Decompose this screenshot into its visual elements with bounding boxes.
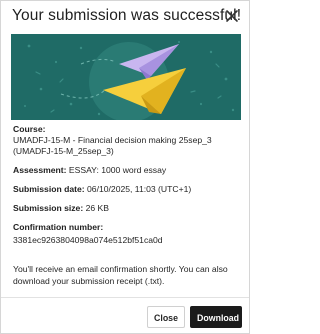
close-icon[interactable] [224, 8, 240, 24]
receipt-note: You'll receive an email confirmation sho… [13, 264, 228, 286]
submission-size-row: Submission size: 26 KB [13, 203, 241, 214]
submission-date-value: 06/10/2025, 11:03 (UTC+1) [87, 184, 192, 194]
confirmation-number: 3381ec9263804098a074e512bf51ca0d [13, 235, 163, 245]
close-button[interactable]: Close [147, 306, 185, 328]
submission-size-value: 26 KB [85, 203, 110, 213]
confirmation-row: Confirmation number: 3381ec9263804098a07… [13, 222, 241, 246]
success-banner [11, 34, 241, 120]
submission-date-row: Submission date: 06/10/2025, 11:03 (UTC+… [13, 184, 241, 195]
course-value: UMADFJ-15-M - Financial decision making … [13, 135, 212, 156]
submission-success-dialog: Your submission was successful! Course: … [0, 0, 250, 334]
download-button[interactable]: Download [190, 306, 242, 328]
submission-details: Course: UMADFJ-15-M - Financial decision… [13, 124, 241, 254]
course-label: Course: [13, 124, 46, 134]
dialog-footer: Close Download [1, 297, 249, 334]
submission-size-label: Submission size: [13, 203, 84, 213]
assessment-row: Assessment: ESSAY: 1000 word essay [13, 165, 241, 176]
paper-planes-illustration-icon [11, 34, 241, 120]
submission-date-label: Submission date: [13, 184, 85, 194]
assessment-label: Assessment: [13, 165, 67, 175]
confirmation-label: Confirmation number: [13, 222, 104, 232]
dialog-title: Your submission was successful! [12, 7, 242, 24]
course-row: Course: UMADFJ-15-M - Financial decision… [13, 124, 241, 157]
assessment-value: ESSAY: 1000 word essay [68, 165, 167, 175]
